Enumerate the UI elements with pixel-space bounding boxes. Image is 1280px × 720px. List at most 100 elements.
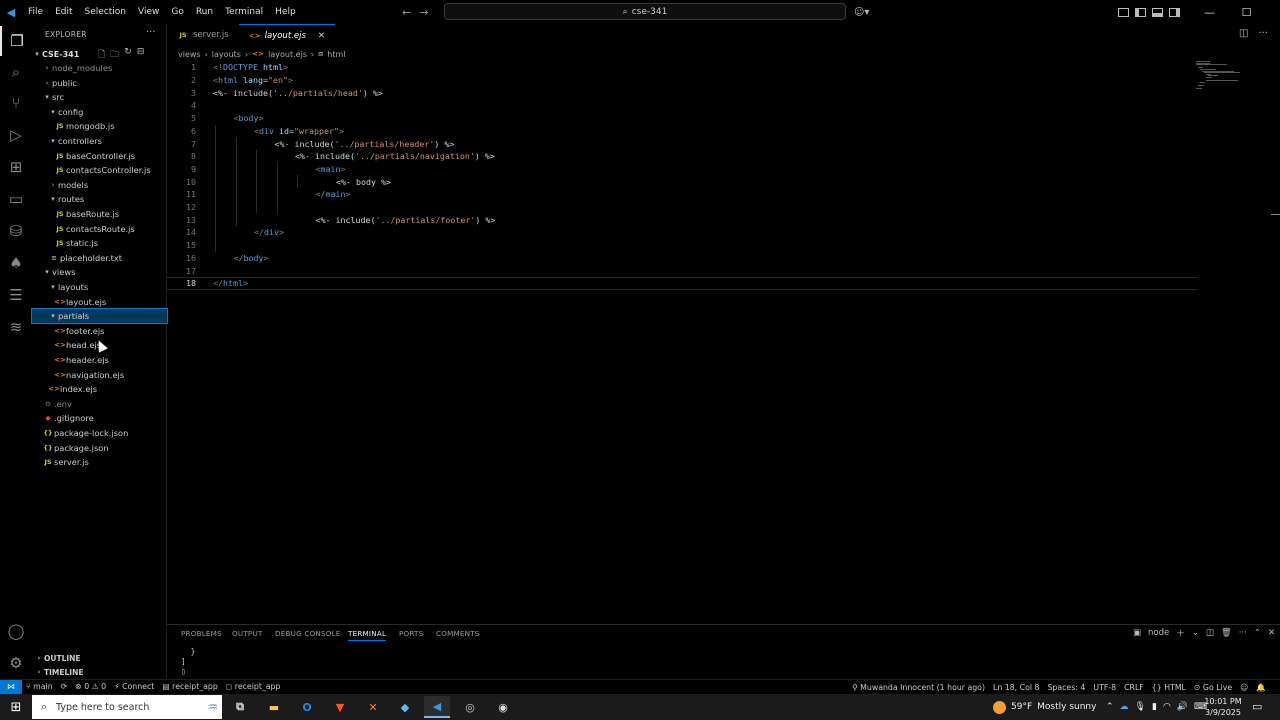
sql-database-icon[interactable]: ☰ <box>0 280 32 310</box>
tree-item[interactable]: JS contactsRoute.js <box>32 222 167 236</box>
code-line[interactable]: 17 <box>167 264 1197 277</box>
more-actions-icon[interactable]: ··· <box>1239 628 1247 638</box>
onedrive-icon[interactable]: ☁ <box>1120 702 1129 712</box>
terminal-name[interactable]: node <box>1148 628 1169 638</box>
vscode-taskbar-icon[interactable]: ◀ <box>424 696 450 718</box>
close-button[interactable]: ✕ <box>1268 6 1280 19</box>
remote-indicator-icon[interactable]: ⋈ <box>0 679 22 694</box>
search-app-icon[interactable]: ◉ <box>490 696 516 718</box>
tree-item[interactable]: ▾ controllers <box>32 134 167 148</box>
more-actions-icon[interactable]: ··· <box>1258 28 1268 39</box>
copilot-app-icon[interactable]: ◆ <box>392 696 418 718</box>
code-line[interactable]: 13 <%- include('../partials/footer') %> <box>167 213 1197 226</box>
menu-edit[interactable]: Edit <box>49 0 78 24</box>
close-icon[interactable]: ✕ <box>318 31 325 41</box>
notifications-bell-icon[interactable]: 🔔 <box>1252 683 1270 692</box>
code-line[interactable]: 8 <%- include('../partials/navigation') %… <box>167 150 1197 163</box>
code-line[interactable]: 16 </body> <box>167 252 1197 265</box>
tree-item[interactable]: JS baseController.js <box>32 149 167 163</box>
extensions-icon[interactable]: ⊞ <box>0 152 32 182</box>
code-editor[interactable]: 1 <!DOCTYPE html> 2 <html lang="en"> 3 <%- in… <box>167 61 1267 621</box>
cursor-position[interactable]: Ln 18, Col 8 <box>989 683 1043 692</box>
new-terminal-icon[interactable]: ＋ <box>1176 627 1185 639</box>
split-editor-icon[interactable]: ◫ <box>1239 28 1248 39</box>
language-mode[interactable]: {} HTML <box>1148 683 1190 692</box>
tree-item[interactable]: <> header.ejs <box>32 353 167 367</box>
tab-layout-ejs[interactable]: <> layout.ejs ✕ <box>238 24 335 46</box>
end-of-line[interactable]: CRLF <box>1120 683 1148 692</box>
git-blame[interactable]: ⚲ Muwanda Innocent (1 hour ago) <box>848 683 989 692</box>
file-explorer-icon[interactable]: ▬ <box>261 696 287 718</box>
split-terminal-icon[interactable]: ◫ <box>1206 628 1214 638</box>
menu-run[interactable]: Run <box>190 0 219 24</box>
accounts-icon[interactable]: ◯ <box>0 616 32 646</box>
more-actions-icon[interactable]: ··· <box>146 27 156 38</box>
tree-item[interactable]: JS server.js <box>32 455 167 469</box>
task-view-icon[interactable]: ⧉ <box>227 696 253 718</box>
volume-icon[interactable]: 🔊 <box>1177 702 1188 712</box>
tree-item[interactable]: <> layout.ejs <box>32 295 167 309</box>
tree-item[interactable]: <> footer.ejs <box>32 324 167 338</box>
xampp-icon[interactable]: ✕ <box>360 696 386 718</box>
toggle-secondary-sidebar-icon[interactable] <box>1169 7 1180 17</box>
maximize-panel-icon[interactable]: ⌃ <box>1254 628 1261 638</box>
settings-gear-icon[interactable]: ⚙ <box>0 648 32 678</box>
workspace-status[interactable]: ▤ receipt_app <box>158 682 222 691</box>
command-center[interactable]: ⌕ cse-341 <box>444 3 846 20</box>
code-line[interactable]: 15 <box>167 239 1197 252</box>
panel-tab-output[interactable]: OUTPUT <box>232 629 263 638</box>
tree-item[interactable]: ▾ config <box>32 105 167 119</box>
tab-server-js[interactable]: JS server.js <box>167 24 239 46</box>
branch-status[interactable]: ⑂ main <box>22 682 57 691</box>
tree-item[interactable]: ▾ partials <box>31 308 168 325</box>
encoding[interactable]: UTF-8 <box>1089 683 1120 692</box>
tree-item[interactable]: JS baseRoute.js <box>32 207 167 221</box>
panel-tab-ports[interactable]: PORTS <box>399 629 423 638</box>
code-line[interactable]: 2 <html lang="en"> <box>167 74 1197 87</box>
tree-item[interactable]: {} package-lock.json <box>32 426 167 440</box>
tree-item[interactable]: JS contactsController.js <box>32 163 167 177</box>
tree-item[interactable]: ▾ routes <box>32 192 167 206</box>
source-control-icon[interactable]: ⑂ <box>0 88 32 118</box>
problems-status[interactable]: ⊗ 0 ⚠ 0 <box>71 682 110 691</box>
tree-item[interactable]: ▾ layouts <box>32 280 167 294</box>
go-forward-icon[interactable]: → <box>419 6 428 19</box>
tree-item[interactable]: ▾ src <box>32 90 167 104</box>
notification-center-icon[interactable]: ▭ <box>1252 700 1262 713</box>
go-back-icon[interactable]: ← <box>402 6 411 19</box>
chevron-down-icon[interactable]: ⌄ <box>1192 628 1199 638</box>
menu-go[interactable]: Go <box>165 0 189 24</box>
github-desktop-icon[interactable]: ◎ <box>457 696 483 718</box>
code-line[interactable]: 5 <body> <box>167 112 1197 125</box>
mongodb-leaf-icon[interactable]: ♠ <box>0 248 32 278</box>
kill-terminal-icon[interactable]: 🗑 <box>1221 628 1232 638</box>
code-line[interactable]: 6 <div id="wrapper"> <box>167 125 1197 138</box>
menu-file[interactable]: File <box>22 0 49 24</box>
database-icon[interactable]: ⛁ <box>0 216 32 246</box>
minimize-button[interactable]: — <box>1194 6 1225 19</box>
weather-widget[interactable]: 59°F Mostly sunny <box>993 694 1096 720</box>
code-line[interactable]: 9 <main> <box>167 163 1197 176</box>
explorer-icon[interactable]: ❐ <box>0 26 32 56</box>
code-line[interactable]: 1 <!DOCTYPE html> <box>167 61 1197 74</box>
tree-item[interactable]: ⚙ .env <box>32 397 167 411</box>
code-line[interactable]: 14 </div> <box>167 226 1197 239</box>
breadcrumb-item[interactable]: layouts <box>212 50 241 59</box>
minimap[interactable] <box>1196 61 1256 91</box>
remote-explorer-icon[interactable]: ▭ <box>0 184 32 214</box>
menu-view[interactable]: View <box>132 0 165 24</box>
copilot-status-icon[interactable]: ☺ <box>1236 683 1252 692</box>
connect-status[interactable]: ⚡ Connect <box>110 682 158 691</box>
tree-item[interactable]: ≡ placeholder.txt <box>32 251 167 265</box>
close-panel-icon[interactable]: ✕ <box>1268 628 1275 638</box>
sync-icon[interactable]: ⟳ <box>57 682 72 691</box>
tree-item[interactable]: ▾ views <box>32 265 167 279</box>
code-line[interactable]: 7 <%- include('../partials/header') %> <box>167 137 1197 150</box>
code-line[interactable]: 12 <box>167 201 1197 214</box>
indentation[interactable]: Spaces: 4 <box>1043 683 1089 692</box>
panel-tab-terminal[interactable]: TERMINAL <box>348 629 387 641</box>
code-line[interactable]: 4 <box>167 99 1197 112</box>
tree-item[interactable]: <> index.ejs <box>32 382 167 396</box>
search-icon[interactable]: ⌕ <box>0 57 32 87</box>
copilot-icon[interactable]: ☺▾ <box>854 0 869 24</box>
